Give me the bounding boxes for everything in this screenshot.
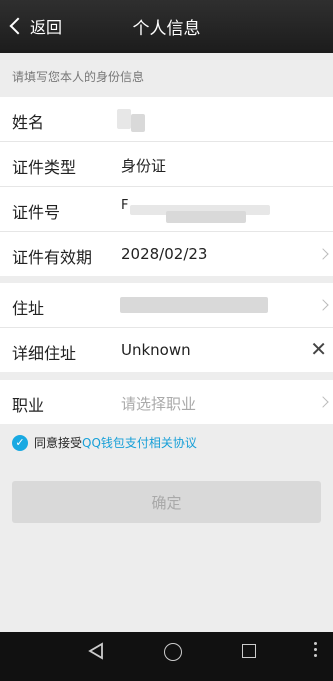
occupation-label: 职业 xyxy=(12,396,45,415)
id-number-row[interactable]: 证件号 F xyxy=(0,187,333,232)
confirm-button[interactable]: 确定 xyxy=(12,481,321,523)
nav-home-icon[interactable] xyxy=(164,643,182,661)
id-number-mask-2 xyxy=(166,211,246,223)
identity-section: 姓名 证件类型 身份证 证件号 F 证件有效期 2028/02/23 xyxy=(0,97,333,276)
detail-address-label: 详细住址 xyxy=(12,344,77,363)
title-bar: 返回 个人信息 xyxy=(0,0,333,53)
address-mask xyxy=(120,297,268,313)
name-row[interactable]: 姓名 xyxy=(0,97,333,142)
system-nav-bar xyxy=(0,632,333,681)
name-label: 姓名 xyxy=(12,113,45,132)
id-number-prefix: F xyxy=(121,198,129,213)
name-mask xyxy=(117,109,131,129)
occupation-placeholder: 请选择职业 xyxy=(121,395,197,413)
agreement: ✓ 同意接受 QQ钱包支付相关协议 xyxy=(12,434,197,451)
nav-recent-icon[interactable] xyxy=(242,644,256,658)
chevron-right-icon xyxy=(317,396,329,408)
detail-address-row[interactable]: 详细住址 Unknown ✕ xyxy=(0,328,333,372)
occupation-row[interactable]: 职业 请选择职业 xyxy=(0,380,333,424)
validity-label: 证件有效期 xyxy=(12,248,93,267)
page-title: 个人信息 xyxy=(132,19,201,39)
address-section: 住址 详细住址 Unknown ✕ xyxy=(0,283,333,372)
validity-value: 2028/02/23 xyxy=(121,245,208,263)
id-type-label: 证件类型 xyxy=(12,158,77,177)
id-number-label: 证件号 xyxy=(12,203,61,222)
id-type-value: 身份证 xyxy=(121,157,167,175)
name-mask-2 xyxy=(131,114,145,132)
address-label: 住址 xyxy=(12,299,45,318)
validity-row[interactable]: 证件有效期 2028/02/23 xyxy=(0,232,333,276)
chevron-right-icon xyxy=(317,299,329,311)
agreement-prefix: 同意接受 xyxy=(34,436,83,450)
agreement-link[interactable]: QQ钱包支付相关协议 xyxy=(82,434,197,451)
address-row[interactable]: 住址 xyxy=(0,283,333,328)
detail-address-value[interactable]: Unknown xyxy=(121,341,191,359)
checkmark-icon[interactable]: ✓ xyxy=(12,434,28,451)
nav-back-icon[interactable] xyxy=(88,642,104,660)
occupation-section: 职业 请选择职业 xyxy=(0,380,333,424)
chevron-right-icon xyxy=(317,248,329,260)
nav-more-icon[interactable] xyxy=(314,642,318,660)
clear-icon[interactable]: ✕ xyxy=(310,338,327,360)
id-type-row[interactable]: 证件类型 身份证 xyxy=(0,142,333,187)
form-hint: 请填写您本人的身份信息 xyxy=(12,70,145,84)
